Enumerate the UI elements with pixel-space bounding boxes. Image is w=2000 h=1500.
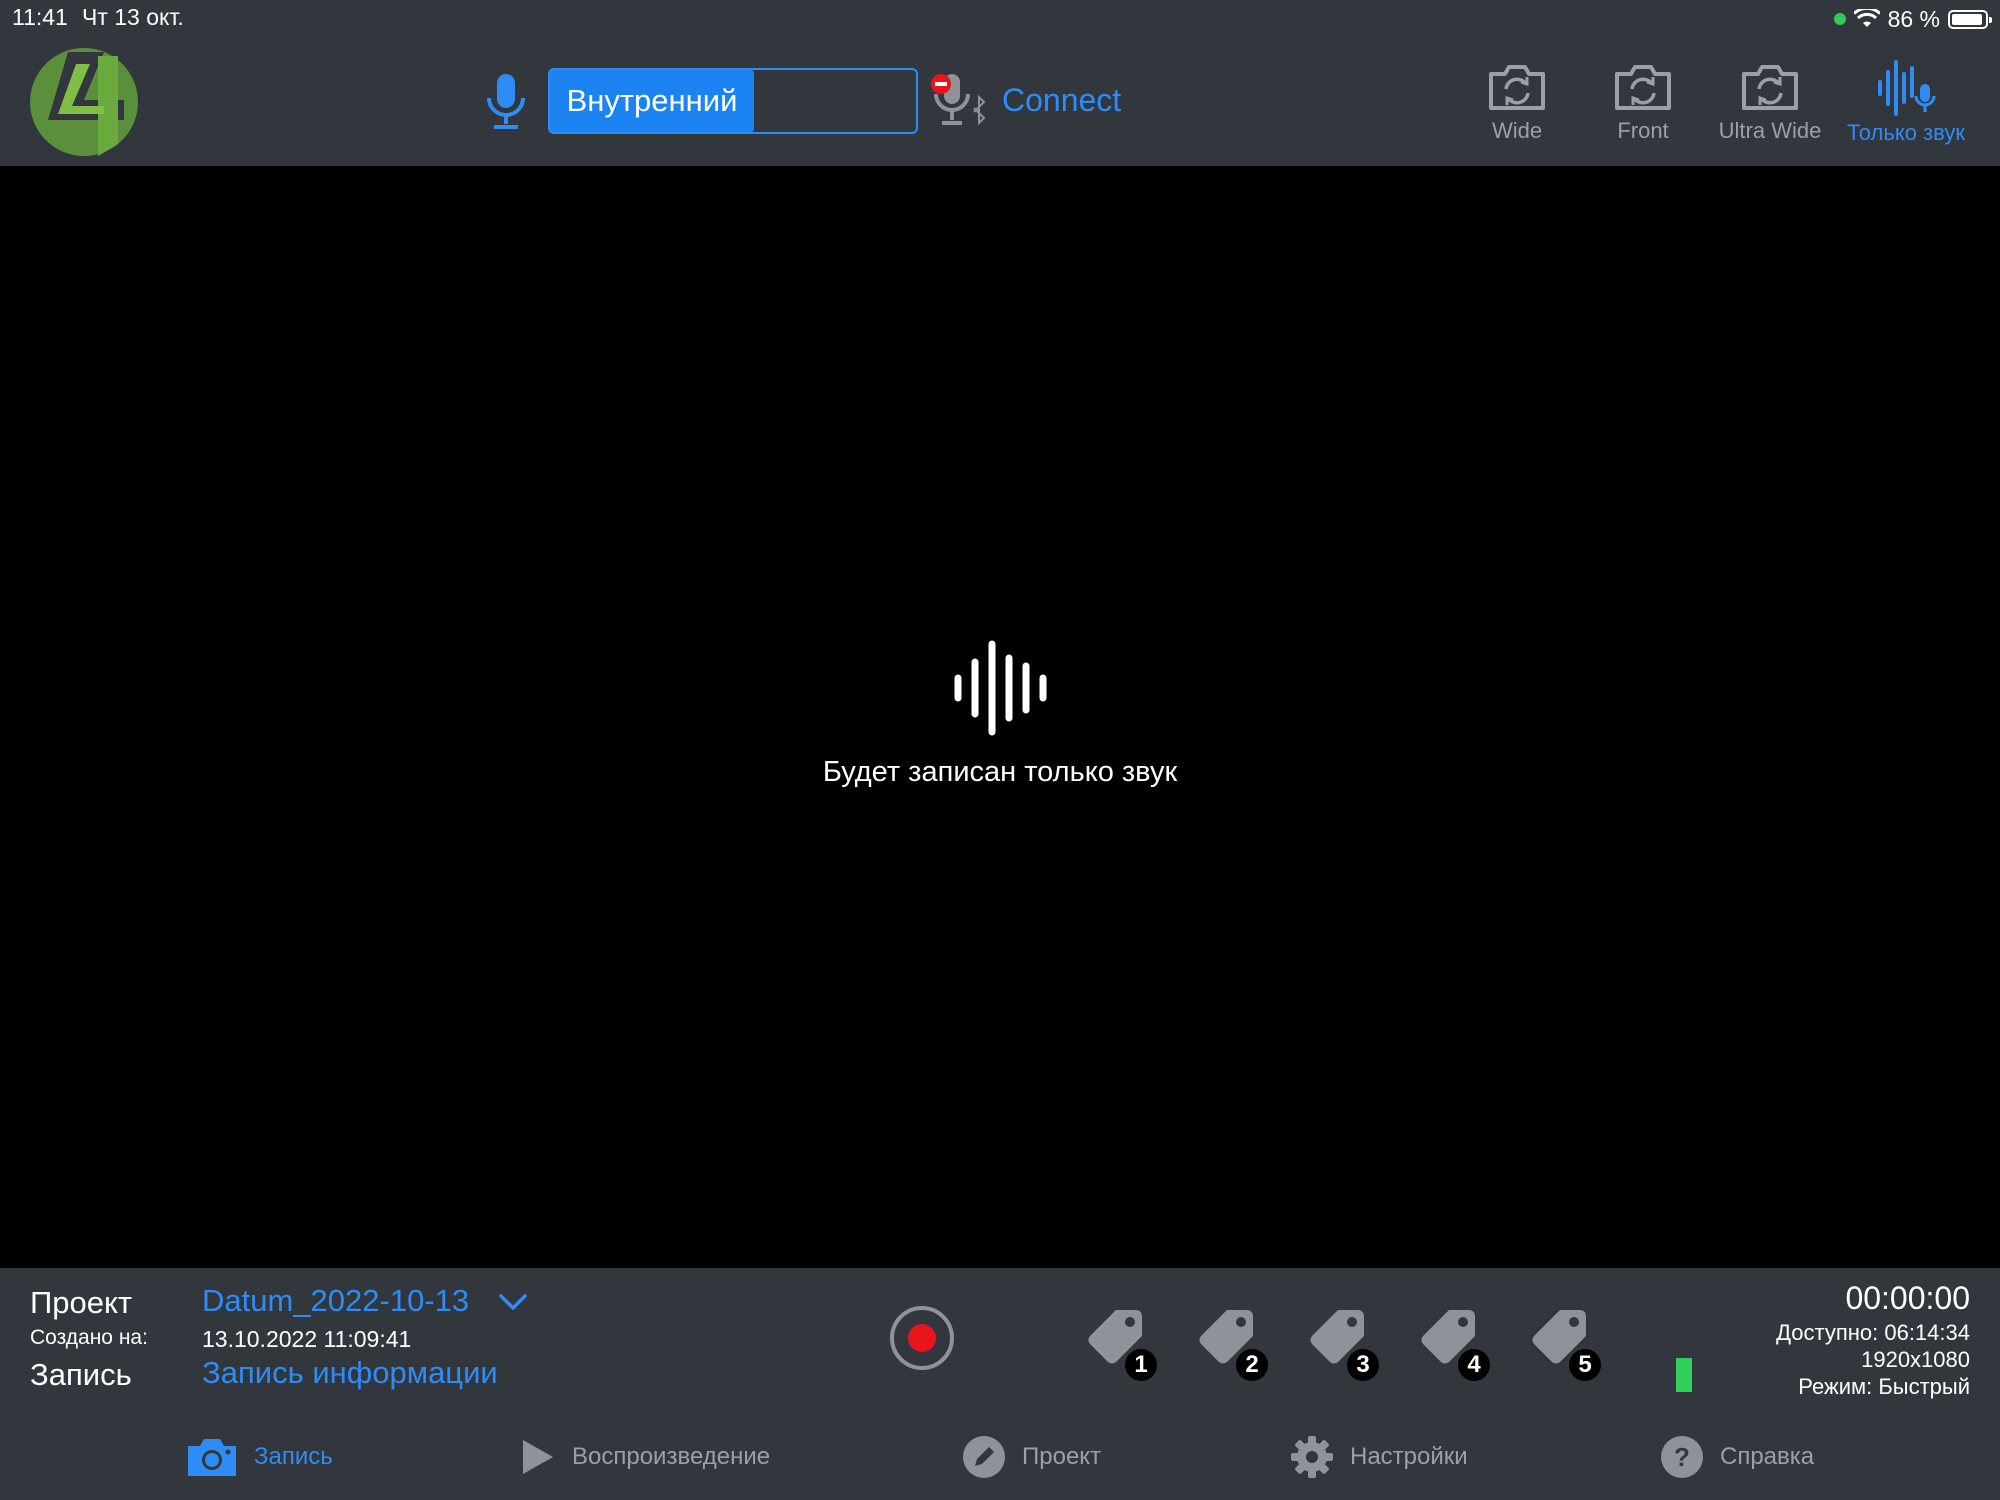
gear-icon — [1291, 1436, 1333, 1478]
record-label: Запись — [30, 1357, 132, 1392]
bluetooth-mic-icon[interactable] — [930, 68, 1000, 134]
svg-text:?: ? — [1674, 1442, 1690, 1472]
audio-only-icon — [1878, 60, 1936, 116]
record-dot-icon — [908, 1324, 936, 1352]
camera-switch-icon — [1615, 65, 1671, 110]
status-date: Чт 13 окт. — [82, 4, 184, 30]
tag-button-3[interactable]: 3 — [1308, 1306, 1380, 1382]
tag-number: 2 — [1245, 1351, 1259, 1378]
wifi-icon — [1853, 9, 1880, 27]
tab-help[interactable]: ? Справка — [1660, 1434, 1814, 1480]
tag-button-1[interactable]: 1 — [1086, 1306, 1158, 1382]
microphone-icon[interactable] — [484, 72, 528, 132]
chevron-down-icon[interactable] — [498, 1292, 528, 1312]
camera-front-button[interactable]: Front — [1588, 62, 1698, 144]
tag-button-2[interactable]: 2 — [1197, 1306, 1269, 1382]
tag-number: 5 — [1578, 1351, 1592, 1378]
audio-only-label: Только звук — [1847, 120, 1965, 145]
tab-help-label: Справка — [1720, 1443, 1815, 1470]
tag-button-5[interactable]: 5 — [1530, 1306, 1602, 1382]
mic-in-use-indicator — [1833, 13, 1846, 25]
camera-switch-icon — [1742, 65, 1798, 110]
tag-number: 1 — [1134, 1351, 1148, 1378]
battery-percent: 86 % — [1887, 5, 1940, 32]
tab-settings[interactable]: Настройки — [1290, 1434, 1468, 1480]
tab-record[interactable]: Запись — [186, 1434, 333, 1480]
record-button[interactable] — [890, 1306, 954, 1370]
audio-only-button[interactable]: Только звук — [1838, 60, 1974, 146]
play-icon — [523, 1440, 553, 1474]
audio-source-segmented-control[interactable]: Внутренний — [548, 68, 918, 134]
tab-settings-label: Настройки — [1350, 1443, 1468, 1470]
help-icon: ? — [1661, 1436, 1703, 1478]
tag-number: 4 — [1467, 1351, 1481, 1378]
audio-only-message: Будет записан только звук — [822, 756, 1178, 788]
record-info-link[interactable]: Запись информации — [202, 1355, 498, 1391]
project-selector[interactable]: Datum_2022-10-13 — [202, 1283, 469, 1319]
tab-record-label: Запись — [254, 1443, 333, 1470]
camera-ultra-wide-label: Ultra Wide — [1718, 118, 1822, 143]
tab-playback[interactable]: Воспроизведение — [520, 1434, 770, 1480]
status-time: 11:41 — [12, 4, 68, 30]
battery-icon — [1948, 9, 1992, 29]
tab-playback-label: Воспроизведение — [572, 1443, 771, 1470]
camera-ultra-wide-button[interactable]: Ultra Wide — [1712, 62, 1828, 144]
available-time: Доступно: 06:14:34 — [1776, 1320, 1970, 1345]
created-label: Создано на: — [30, 1326, 148, 1349]
camera-wide-label: Wide — [1491, 118, 1543, 143]
camera-wide-button[interactable]: Wide — [1462, 62, 1572, 144]
waveform-icon — [954, 640, 1047, 736]
camera-switch-icon — [1489, 65, 1545, 110]
resolution: 1920x1080 — [1861, 1347, 1970, 1372]
app-logo — [30, 48, 138, 156]
segment-internal[interactable]: Внутренний — [550, 70, 754, 132]
status-indicators: 86 % — [1833, 4, 1992, 34]
tab-project-label: Проект — [1022, 1443, 1102, 1470]
connect-link[interactable]: Connect — [1002, 82, 1121, 119]
recording-mode: Режим: Быстрый — [1798, 1374, 1970, 1399]
pencil-icon — [963, 1436, 1005, 1478]
recording-timer: 00:00:00 — [1845, 1280, 1970, 1316]
top-bar — [0, 0, 2000, 166]
created-value: 13.10.2022 11:09:41 — [202, 1326, 412, 1352]
camera-front-label: Front — [1617, 118, 1669, 143]
audio-level-meter — [1676, 1358, 1692, 1392]
camera-icon — [188, 1439, 236, 1476]
project-label: Проект — [30, 1285, 133, 1320]
tab-project[interactable]: Проект — [962, 1434, 1101, 1480]
tag-button-4[interactable]: 4 — [1419, 1306, 1491, 1382]
tag-number: 3 — [1356, 1351, 1370, 1378]
